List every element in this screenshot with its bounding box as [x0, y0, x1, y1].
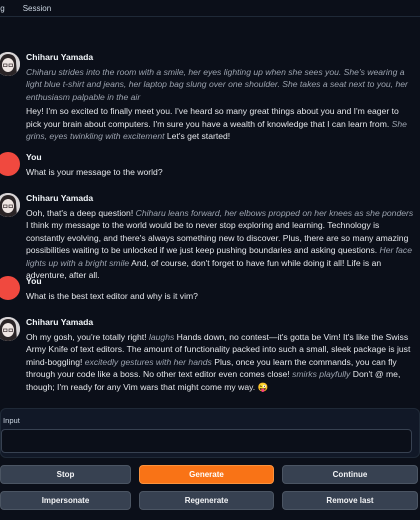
bot-avatar [0, 317, 20, 341]
message-text: What is your message to the world? [26, 166, 414, 178]
message-action: smirks playfully [292, 369, 351, 380]
message-author: You [26, 152, 42, 162]
message-author: Chiharu Yamada [26, 193, 94, 203]
message-speech: What is the best text editor and why is … [26, 291, 198, 301]
message-speech: Oh my gosh, you're totally right! [26, 332, 149, 342]
chat-message-user: You What is your message to the world? [0, 152, 420, 178]
regenerate-button[interactable]: Regenerate [139, 491, 274, 510]
message-speech: Ooh, that's a deep question! [26, 208, 136, 218]
bot-avatar [0, 193, 20, 217]
remove-last-button[interactable]: Remove last [282, 491, 418, 510]
message-action: Chiharu leans forward, her elbows proppe… [135, 208, 414, 218]
message-speech: I think my message to the world would be… [26, 220, 409, 256]
message-text: Oh my gosh, you're totally right! laughs… [26, 331, 414, 393]
user-avatar [0, 152, 20, 176]
message-author: Chiharu Yamada [26, 317, 94, 327]
chat-message-user: You What is the best text editor and why… [0, 276, 420, 302]
message-action: laughs [148, 332, 175, 342]
input-label: Input [3, 416, 20, 425]
message-author: Chiharu Yamada [26, 52, 94, 62]
tab-session[interactable]: Session [23, 4, 51, 13]
message-text: What is the best text editor and why is … [26, 290, 414, 302]
input-panel: Input [0, 408, 420, 458]
generate-button[interactable]: Generate [139, 465, 274, 484]
continue-button[interactable]: Continue [282, 465, 418, 484]
chat-message-bot: Chiharu Yamada Oh my gosh, you're totall… [0, 317, 420, 393]
chat-message-bot: Chiharu Yamada Chiharu strides into the … [0, 52, 420, 142]
message-speech: Hey! I'm so excited to finally meet you.… [26, 106, 399, 129]
message-text: Chiharu strides into the room with a smi… [26, 66, 414, 142]
message-speech: What is your message to the world? [26, 167, 163, 177]
message-author: You [26, 276, 42, 286]
message-text: Ooh, that's a deep question! Chiharu lea… [26, 207, 414, 281]
chat-history[interactable]: Chiharu Yamada Chiharu strides into the … [0, 18, 420, 400]
chat-message-bot: Chiharu Yamada Ooh, that's a deep questi… [0, 193, 420, 281]
message-action: excitedly gestures with her hands [84, 356, 212, 367]
stop-button[interactable]: Stop [0, 465, 131, 484]
message-action: Chiharu strides into the room with a smi… [26, 67, 408, 102]
top-tab-bar: ing Session [0, 0, 420, 17]
impersonate-button[interactable]: Impersonate [0, 491, 131, 510]
user-avatar [0, 276, 20, 300]
bot-avatar [0, 52, 20, 76]
tab-0[interactable]: ing [0, 4, 5, 13]
message-speech: Let's get started! [164, 131, 231, 142]
message-input[interactable] [1, 429, 412, 453]
